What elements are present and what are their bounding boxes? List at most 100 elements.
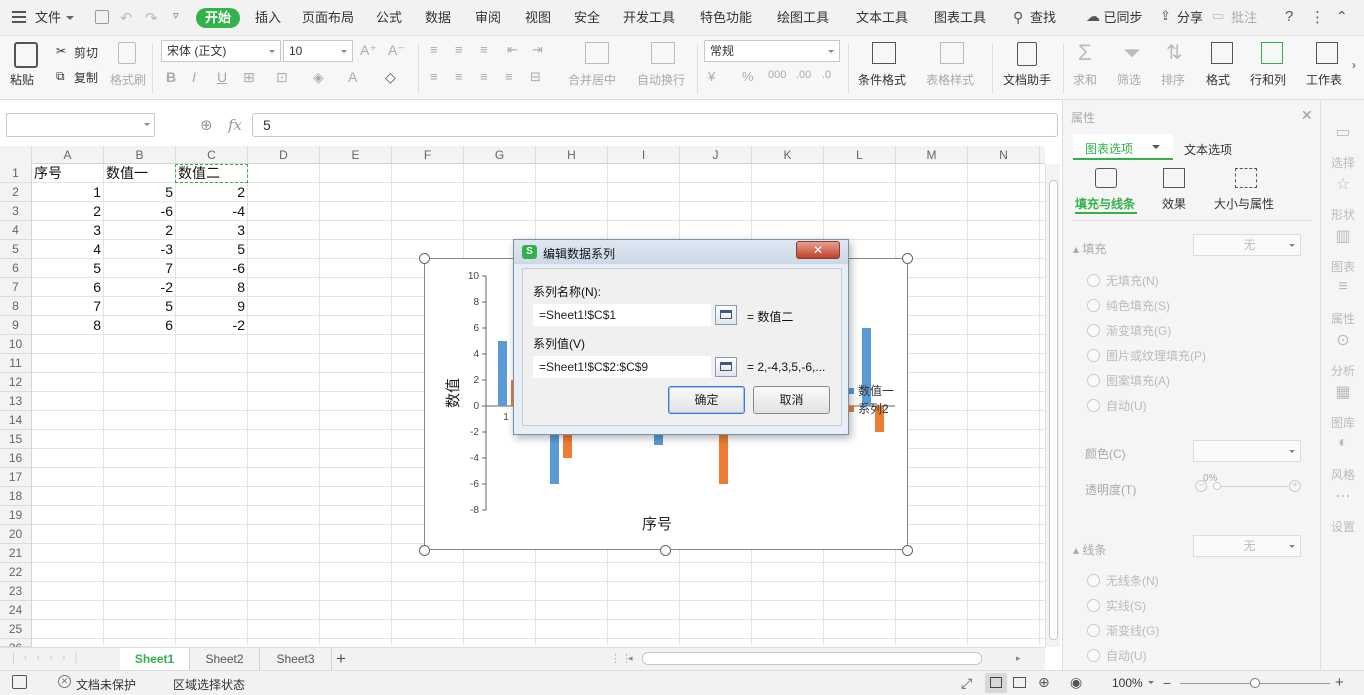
macro-icon[interactable] [12,675,27,689]
table-cell[interactable]: 7 [104,259,176,278]
pane-label[interactable]: 图库 [1321,414,1364,431]
pane-label[interactable]: 选择 [1321,154,1364,171]
add-sheet-icon[interactable]: + [336,649,346,669]
table-cell[interactable]: 4 [32,240,104,259]
row-header[interactable]: 12 [0,373,32,392]
table-cell[interactable]: 5 [104,297,176,316]
pane-gallery-icon[interactable]: ▦ [1321,382,1364,402]
table-cell[interactable]: 2 [104,221,176,240]
pane-label[interactable]: 属性 [1321,310,1364,327]
file-menu[interactable]: 文件 [33,8,63,28]
plus-icon[interactable]: + [1289,480,1301,492]
font-size-select[interactable]: 10 [283,40,353,62]
copy-button[interactable]: 复制 [74,69,98,86]
font-color-icon[interactable]: A [348,69,357,85]
row-header[interactable]: 17 [0,468,32,487]
more-icon[interactable]: ⋮ [1310,8,1325,26]
radio-option[interactable]: 自动(U) [1087,399,1147,413]
number-format-select[interactable]: 常规 [704,40,840,62]
page-layout-view-icon[interactable] [1013,677,1026,688]
resize-handle-top-left[interactable] [419,253,430,264]
menu-tab[interactable]: 公式 [371,8,407,28]
fill-color-icon[interactable]: ◈ [313,69,324,86]
fill-section-header[interactable]: ▴ 填充 [1073,240,1106,257]
table-cell[interactable]: -2 [104,278,176,297]
border-icon[interactable]: ⊞ [243,69,255,86]
menu-tab[interactable]: 开发工具 [619,8,679,28]
row-header[interactable]: 1 [0,164,32,183]
resize-handle-top-right[interactable] [902,253,913,264]
percent-icon[interactable]: % [742,69,754,84]
pane-property-icon[interactable]: ≡ [1321,278,1364,296]
align-left-icon[interactable]: ≡ [430,69,438,84]
line-section-header[interactable]: ▴ 线条 [1073,541,1106,558]
ribbon-scroll-icon[interactable]: › [1352,58,1356,72]
menu-tab[interactable]: 绘图工具 [773,8,833,28]
tab-text-options[interactable]: 文本选项 [1184,141,1232,158]
table-cell[interactable]: 3 [176,221,248,240]
radio-option[interactable]: 纯色填充(S) [1087,299,1170,313]
table-style-button[interactable]: 表格样式 [926,71,974,88]
eraser-icon[interactable]: ◇ [385,69,396,86]
align-top-icon[interactable]: ≡ [430,42,438,57]
pane-label[interactable]: 图表 [1321,258,1364,275]
sheet-tab[interactable]: Sheet2 [190,648,260,671]
subtab-fill-line[interactable]: 填充与线条 [1075,195,1135,212]
pane-style-icon[interactable]: ◐ [1321,434,1364,452]
currency-icon[interactable]: ¥ [708,69,715,84]
row-header[interactable]: 18 [0,487,32,506]
formula-input[interactable]: 5 [252,113,1058,137]
fill-style-icon[interactable]: ⊡ [276,69,288,86]
scroll-right-icon[interactable]: ▸ [1016,653,1021,664]
row-header[interactable]: 4 [0,221,32,240]
align-middle-icon[interactable]: ≡ [455,42,463,57]
menu-tab[interactable]: 视图 [520,8,556,28]
indent-increase-icon[interactable]: ⇥ [532,42,543,58]
align-center-icon[interactable]: ≡ [455,69,463,84]
subtab-size-property[interactable]: 大小与属性 [1214,195,1274,212]
table-cell[interactable]: 8 [32,316,104,335]
row-header[interactable]: 13 [0,392,32,411]
paste-button[interactable]: 粘贴 [10,71,34,88]
cut-button[interactable]: 剪切 [74,44,98,61]
customize-icon[interactable]: ▿ [173,9,179,22]
zoom-in-icon[interactable]: + [1335,674,1344,691]
row-header[interactable]: 15 [0,430,32,449]
row-header[interactable]: 8 [0,297,32,316]
table-cell[interactable]: -4 [176,202,248,221]
thousands-icon[interactable]: 000 [768,69,786,81]
pane-label[interactable]: 风格 [1321,466,1364,483]
radio-option[interactable]: 渐变线(G) [1087,624,1159,638]
fullscreen-icon[interactable]: ⤢ [961,675,972,692]
row-header[interactable]: 20 [0,525,32,544]
horizontal-scroll-thumb[interactable] [642,652,982,665]
subtab-effect[interactable]: 效果 [1162,195,1186,212]
table-cell[interactable]: 数值一 [104,164,176,183]
rowcol-button[interactable]: 行和列 [1250,71,1286,88]
vertical-scrollbar[interactable] [1045,164,1060,647]
table-cell[interactable]: 6 [32,278,104,297]
protection-status[interactable]: 文档未保护 [76,676,136,693]
table-cell[interactable]: 2 [32,202,104,221]
format-button[interactable]: 格式 [1206,71,1230,88]
table-cell[interactable]: 9 [176,297,248,316]
sheet-tab[interactable]: Sheet1 [120,648,190,671]
fx-icon[interactable]: fx [228,116,242,134]
zoom-out-icon[interactable]: − [1163,675,1171,691]
underline-icon[interactable]: U [217,69,227,85]
table-cell[interactable]: -6 [104,202,176,221]
size-property-icon[interactable] [1235,168,1257,188]
row-header[interactable]: 7 [0,278,32,297]
zoom-icon[interactable]: ⊕ [200,116,213,134]
distributed-icon[interactable]: ⊟ [530,69,541,85]
effect-icon[interactable] [1163,168,1185,188]
row-header[interactable]: 16 [0,449,32,468]
pane-chart-icon[interactable]: ▥ [1321,226,1364,246]
column-header[interactable]: M [896,146,968,164]
search-icon[interactable]: ⚲ [1013,9,1023,26]
pane-select-icon[interactable]: ▭ [1321,122,1364,142]
table-cell[interactable]: -3 [104,240,176,259]
table-cell[interactable]: -2 [176,316,248,335]
row-header[interactable]: 26 [0,639,32,655]
pane-label[interactable]: 分析 [1321,362,1364,379]
